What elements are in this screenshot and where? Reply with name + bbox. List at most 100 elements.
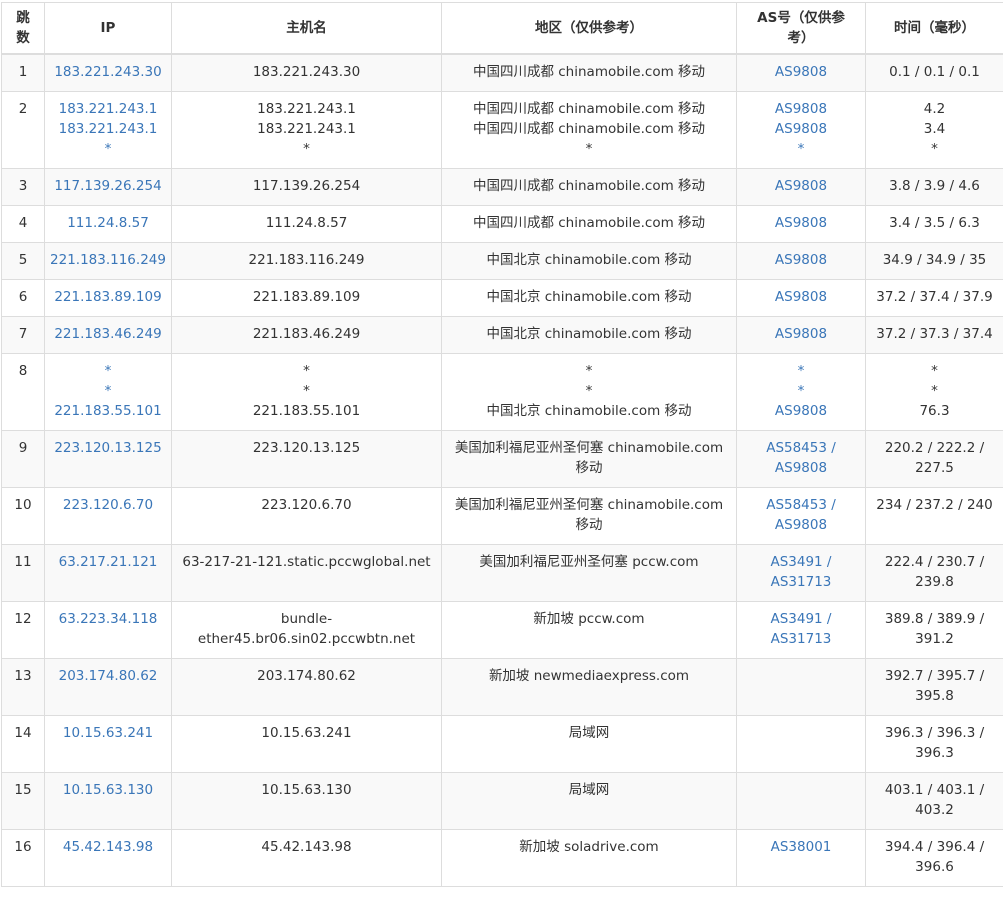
region-cell: 中国四川成都 chinamobile.com 移动	[442, 205, 737, 242]
hostname-cell: 221.183.116.249	[172, 242, 442, 279]
as-link[interactable]: AS31713	[741, 629, 861, 649]
as-cell: AS9808	[737, 54, 866, 91]
region-cell-value: *	[446, 381, 732, 401]
region-cell-value: *	[446, 139, 732, 159]
ip-cell: 223.120.6.70	[45, 487, 172, 544]
ip-cell-value[interactable]: 183.221.243.1	[49, 99, 167, 119]
time-cell: 392.7 / 395.7 / 395.8	[866, 658, 1003, 715]
time-cell: 403.1 / 403.1 / 403.2	[866, 772, 1003, 829]
ip-cell-value[interactable]: 45.42.143.98	[49, 837, 167, 857]
as-cell: AS58453 /AS9808	[737, 487, 866, 544]
table-row: 1163.217.21.12163-217-21-121.static.pccw…	[2, 544, 1003, 601]
ip-cell-value[interactable]: 221.183.46.249	[49, 324, 167, 344]
ip-cell: 221.183.89.109	[45, 279, 172, 316]
hostname-cell-value: 111.24.8.57	[176, 213, 437, 233]
as-link[interactable]: AS9808	[741, 515, 861, 535]
ip-cell-value[interactable]: 203.174.80.62	[49, 666, 167, 686]
as-cell-value[interactable]: AS9808	[741, 287, 861, 307]
as-cell: AS9808	[737, 316, 866, 353]
ip-cell-value[interactable]: 183.221.243.1	[49, 119, 167, 139]
time-cell-value: *	[870, 361, 999, 381]
region-cell-value: 新加坡 soladrive.com	[446, 837, 732, 857]
region-cell-value: 新加坡 pccw.com	[446, 609, 732, 629]
time-cell: 234 / 237.2 / 240	[866, 487, 1003, 544]
as-cell: AS9808	[737, 168, 866, 205]
as-cell-value[interactable]: AS9808	[741, 250, 861, 270]
hostname-cell-value: *	[176, 361, 437, 381]
ip-cell-value[interactable]: 111.24.8.57	[49, 213, 167, 233]
as-link[interactable]: AS58453 /	[741, 438, 861, 458]
hop-cell: 15	[2, 772, 45, 829]
time-cell: 220.2 / 222.2 / 227.5	[866, 430, 1003, 487]
hop-cell: 8	[2, 353, 45, 430]
ip-cell: 45.42.143.98	[45, 829, 172, 886]
table-row: 7221.183.46.249221.183.46.249中国北京 chinam…	[2, 316, 1003, 353]
as-cell-value[interactable]: AS9808	[741, 324, 861, 344]
as-cell-value[interactable]: AS9808	[741, 213, 861, 233]
region-cell-value: 局域网	[446, 723, 732, 743]
region-cell: 美国加利福尼亚州圣何塞 chinamobile.com 移动	[442, 487, 737, 544]
header-as: AS号（仅供参考）	[737, 3, 866, 55]
as-link[interactable]: AS58453 /	[741, 495, 861, 515]
time-cell-value: 34.9 / 34.9 / 35	[870, 250, 999, 270]
ip-cell: 111.24.8.57	[45, 205, 172, 242]
hostname-cell: 221.183.46.249	[172, 316, 442, 353]
time-cell-value: 222.4 / 230.7 / 239.8	[870, 552, 999, 592]
as-cell: AS3491 /AS31713	[737, 544, 866, 601]
as-cell-value[interactable]: AS9808	[741, 176, 861, 196]
ip-cell-value[interactable]: 63.223.34.118	[49, 609, 167, 629]
as-cell-value[interactable]: AS9808	[741, 401, 861, 421]
ip-cell-value[interactable]: 221.183.116.249	[49, 250, 167, 270]
hostname-cell: 183.221.243.1183.221.243.1*	[172, 91, 442, 168]
region-cell-value: 美国加利福尼亚州圣何塞 chinamobile.com 移动	[446, 495, 732, 535]
hop-cell: 9	[2, 430, 45, 487]
table-row: 1263.223.34.118bundle-ether45.br06.sin02…	[2, 601, 1003, 658]
hostname-cell: 221.183.89.109	[172, 279, 442, 316]
hostname-cell-value: 223.120.13.125	[176, 438, 437, 458]
hostname-cell-value: 10.15.63.130	[176, 780, 437, 800]
ip-cell-value[interactable]: 117.139.26.254	[49, 176, 167, 196]
as-cell-value[interactable]: AS9808	[741, 62, 861, 82]
time-cell: 222.4 / 230.7 / 239.8	[866, 544, 1003, 601]
ip-cell-value[interactable]: 183.221.243.30	[49, 62, 167, 82]
table-row: 9223.120.13.125223.120.13.125美国加利福尼亚州圣何塞…	[2, 430, 1003, 487]
hostname-cell-value: *	[176, 139, 437, 159]
as-link[interactable]: AS31713	[741, 572, 861, 592]
hop-cell: 16	[2, 829, 45, 886]
as-link[interactable]: AS3491 /	[741, 552, 861, 572]
ip-cell-value[interactable]: 223.120.13.125	[49, 438, 167, 458]
table-row: 6221.183.89.109221.183.89.109中国北京 chinam…	[2, 279, 1003, 316]
region-cell-value: *	[446, 361, 732, 381]
as-cell: **AS9808	[737, 353, 866, 430]
time-cell: 394.4 / 396.4 / 396.6	[866, 829, 1003, 886]
as-link[interactable]: AS3491 /	[741, 609, 861, 629]
as-link[interactable]: AS9808	[741, 458, 861, 478]
ip-cell-value[interactable]: 10.15.63.241	[49, 723, 167, 743]
hop-cell: 2	[2, 91, 45, 168]
ip-cell-value[interactable]: 223.120.6.70	[49, 495, 167, 515]
as-cell-value[interactable]: AS38001	[741, 837, 861, 857]
ip-cell-value[interactable]: 10.15.63.130	[49, 780, 167, 800]
region-cell: 局域网	[442, 772, 737, 829]
as-cell-value[interactable]: AS9808	[741, 99, 861, 119]
region-cell: 新加坡 soladrive.com	[442, 829, 737, 886]
ip-cell: 183.221.243.30	[45, 54, 172, 91]
ip-cell-value[interactable]: 221.183.89.109	[49, 287, 167, 307]
as-cell: AS9808AS9808*	[737, 91, 866, 168]
table-row: 1410.15.63.24110.15.63.241局域网396.3 / 396…	[2, 715, 1003, 772]
hostname-cell: bundle-ether45.br06.sin02.pccwbtn.net	[172, 601, 442, 658]
as-cell-value: *	[741, 381, 861, 401]
time-cell: 37.2 / 37.4 / 37.9	[866, 279, 1003, 316]
region-cell-value: 局域网	[446, 780, 732, 800]
hostname-cell-value: 183.221.243.30	[176, 62, 437, 82]
region-cell-value: 美国加利福尼亚州圣何塞 pccw.com	[446, 552, 732, 572]
ip-cell: 117.139.26.254	[45, 168, 172, 205]
ip-cell-value[interactable]: 221.183.55.101	[49, 401, 167, 421]
header-hostname: 主机名	[172, 3, 442, 55]
region-cell: 美国加利福尼亚州圣何塞 chinamobile.com 移动	[442, 430, 737, 487]
ip-cell: 183.221.243.1183.221.243.1*	[45, 91, 172, 168]
as-cell: AS9808	[737, 205, 866, 242]
as-cell	[737, 658, 866, 715]
ip-cell-value[interactable]: 63.217.21.121	[49, 552, 167, 572]
as-cell-value[interactable]: AS9808	[741, 119, 861, 139]
